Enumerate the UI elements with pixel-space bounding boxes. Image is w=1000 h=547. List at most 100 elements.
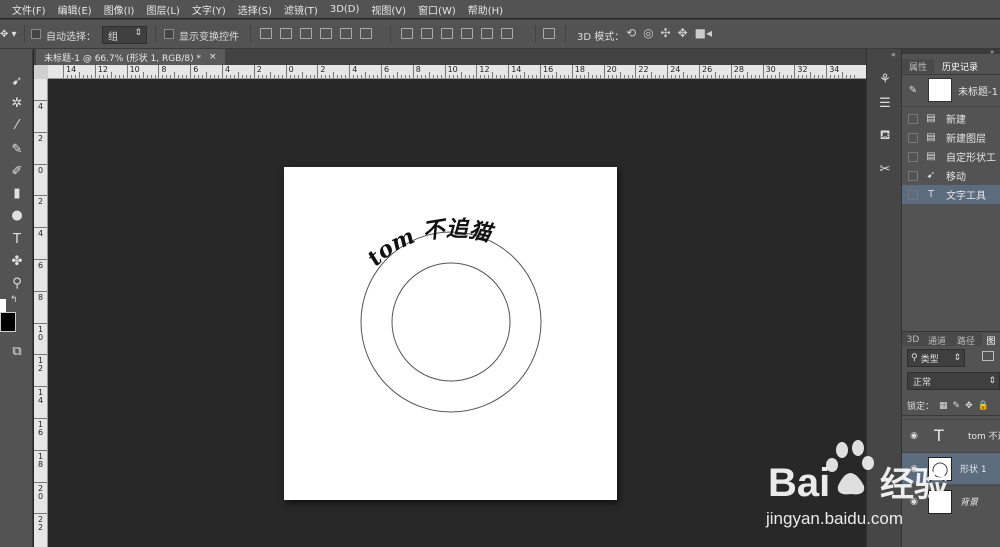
- move-tool-preset-icon[interactable]: ✥ ▾: [0, 29, 17, 40]
- ruler-tick: [826, 65, 828, 78]
- align-hcenter-icon[interactable]: [340, 28, 352, 39]
- history-item[interactable]: ▤ 新建: [902, 109, 1000, 128]
- adjustment-tools-icon[interactable]: ✂: [875, 159, 895, 179]
- slide-3d-icon[interactable]: ✥: [678, 26, 688, 40]
- history-source-checkbox[interactable]: [908, 189, 918, 200]
- auto-align-icon[interactable]: [543, 28, 555, 39]
- blend-mode-dropdown[interactable]: 正常 ⇕: [907, 372, 1000, 390]
- distribute-right-icon[interactable]: [501, 28, 513, 39]
- tab-properties[interactable]: 属性: [902, 59, 934, 73]
- menu-item[interactable]: 文件(F): [12, 2, 46, 17]
- distribute-left-icon[interactable]: [461, 28, 473, 39]
- drag-3d-icon[interactable]: ✣: [661, 26, 671, 40]
- ruler-minor-tick: [98, 75, 100, 78]
- custom-shape-tool-icon[interactable]: ✤: [6, 251, 28, 271]
- menu-item[interactable]: 3D(D): [330, 4, 360, 15]
- tab-channels[interactable]: 通道: [924, 333, 950, 347]
- collapse-dock-icon[interactable]: «: [891, 50, 896, 59]
- menu-item[interactable]: 选择(S): [238, 2, 272, 17]
- magic-wand-tool-icon[interactable]: ✲: [6, 93, 28, 113]
- layer-filter-dropdown[interactable]: ⚲ 类型 ⇕: [907, 349, 965, 367]
- menu-item[interactable]: 视图(V): [371, 2, 406, 17]
- document-tab[interactable]: 未标题-1 @ 66.7% (形状 1, RGB/8) * ×: [36, 49, 225, 65]
- tab-paths[interactable]: 路径: [953, 333, 979, 347]
- background-color-swatch[interactable]: [0, 312, 16, 332]
- history-source-checkbox[interactable]: [908, 170, 918, 181]
- distribute-hcenter-icon[interactable]: [481, 28, 493, 39]
- ruler-minor-tick: [754, 75, 756, 78]
- ruler-minor-tick: [496, 75, 498, 78]
- auto-select-checkbox[interactable]: [31, 29, 41, 39]
- auto-select-dropdown[interactable]: 组 ⇕: [102, 26, 147, 44]
- blur-tool-icon[interactable]: ●: [6, 205, 28, 225]
- brush-tool-icon[interactable]: ✎: [6, 139, 28, 159]
- history-item-label: 移动: [946, 172, 966, 183]
- gradient-tool-icon[interactable]: ▮: [6, 183, 28, 203]
- ruler-minor-tick: [365, 72, 367, 78]
- roll-3d-icon[interactable]: ◎: [643, 26, 653, 40]
- ruler-tick-label: 2: [37, 197, 44, 207]
- history-brush-tool-icon[interactable]: ✐: [6, 161, 28, 181]
- zoom-tool-icon[interactable]: ⚲: [6, 273, 28, 293]
- distribute-top-icon[interactable]: [401, 28, 413, 39]
- scale-3d-icon[interactable]: ■◂: [695, 26, 712, 40]
- divider: [902, 106, 1000, 107]
- menu-item[interactable]: 图像(I): [104, 2, 135, 17]
- distribute-bottom-icon[interactable]: [441, 28, 453, 39]
- collapse-panels-icon[interactable]: »: [990, 48, 994, 56]
- rotate-3d-icon[interactable]: ⟲: [626, 26, 636, 40]
- menu-item[interactable]: 滤镜(T): [284, 2, 318, 17]
- vertical-ruler[interactable]: 4 2 0 2 4 6 8 1 0 1 2 1 4 1 6 1 8 2 0 2 2: [34, 79, 48, 547]
- tab-layers[interactable]: 图: [982, 333, 1000, 347]
- ruler-minor-tick: [615, 75, 617, 78]
- history-source-checkbox[interactable]: [908, 113, 918, 124]
- align-top-icon[interactable]: [260, 28, 272, 39]
- menu-item[interactable]: 窗口(W): [418, 2, 456, 17]
- type-tool-icon[interactable]: T: [6, 229, 28, 249]
- align-bottom-icon[interactable]: [300, 28, 312, 39]
- lock-position-icon[interactable]: ✥: [965, 401, 973, 411]
- tool-presets-icon[interactable]: ⛾: [875, 126, 895, 146]
- divider: [902, 74, 1000, 75]
- ruler-minor-tick: [162, 75, 164, 78]
- horizontal-ruler[interactable]: 14 12 10 8 6 4 2 0 2 4 6 8 10 12 14 16 18 20 22 24 26 28 30 32 3…: [48, 65, 866, 79]
- ruler-origin[interactable]: [34, 65, 48, 79]
- move-tool-icon[interactable]: ➹: [6, 71, 28, 91]
- ruler-minor-tick: [834, 75, 836, 78]
- filter-pixel-icon[interactable]: [982, 351, 994, 361]
- show-transform-checkbox[interactable]: [164, 29, 174, 39]
- history-item[interactable]: T 文字工具: [902, 185, 1000, 204]
- lock-all-icon[interactable]: 🔒: [978, 401, 989, 411]
- screen-mode-icon[interactable]: ⧉: [6, 341, 28, 361]
- options-bar: ✥ ▾ 自动选择： 组 ⇕ 显示变换控件 3D 模式： ⟲ ◎ ✣ ✥ ■◂: [0, 19, 1000, 49]
- menu-item[interactable]: 图层(L): [146, 2, 179, 17]
- menu-item[interactable]: 帮助(H): [468, 2, 503, 17]
- ruler-tick: [667, 65, 669, 78]
- menu-item[interactable]: 文字(Y): [192, 2, 226, 17]
- history-item[interactable]: ➹ 移动: [902, 166, 1000, 185]
- tab-history[interactable]: 历史记录: [935, 59, 985, 73]
- history-snapshot[interactable]: ✎ 未标题-1: [902, 77, 1000, 103]
- eyedropper-tool-icon[interactable]: ⁄: [6, 115, 28, 135]
- clone-source-icon[interactable]: ⚘: [875, 69, 895, 89]
- align-left-icon[interactable]: [320, 28, 332, 39]
- history-item[interactable]: ▤ 自定形状工: [902, 147, 1000, 166]
- brush-presets-icon[interactable]: ☰: [875, 93, 895, 113]
- menu-item[interactable]: 编辑(E): [58, 2, 92, 17]
- ruler-minor-tick: [154, 75, 156, 78]
- history-source-checkbox[interactable]: [908, 151, 918, 162]
- ruler-tick-label: 0: [37, 165, 44, 175]
- history-source-checkbox[interactable]: [908, 132, 918, 143]
- lock-transparency-icon[interactable]: ▦: [939, 401, 948, 411]
- ruler-tick-label: 1 0: [37, 324, 44, 342]
- align-vcenter-icon[interactable]: [280, 28, 292, 39]
- distribute-vcenter-icon[interactable]: [421, 28, 433, 39]
- tab-3d[interactable]: 3D: [904, 333, 922, 347]
- lock-pixels-icon[interactable]: ✎: [953, 401, 961, 411]
- align-right-icon[interactable]: [360, 28, 372, 39]
- ruler-minor-tick: [830, 75, 832, 78]
- document-canvas[interactable]: tom 不追猫: [284, 167, 617, 500]
- swap-colors-icon[interactable]: ↰: [10, 295, 18, 305]
- close-tab-icon[interactable]: ×: [209, 52, 217, 62]
- history-item[interactable]: ▤ 新建图层: [902, 128, 1000, 147]
